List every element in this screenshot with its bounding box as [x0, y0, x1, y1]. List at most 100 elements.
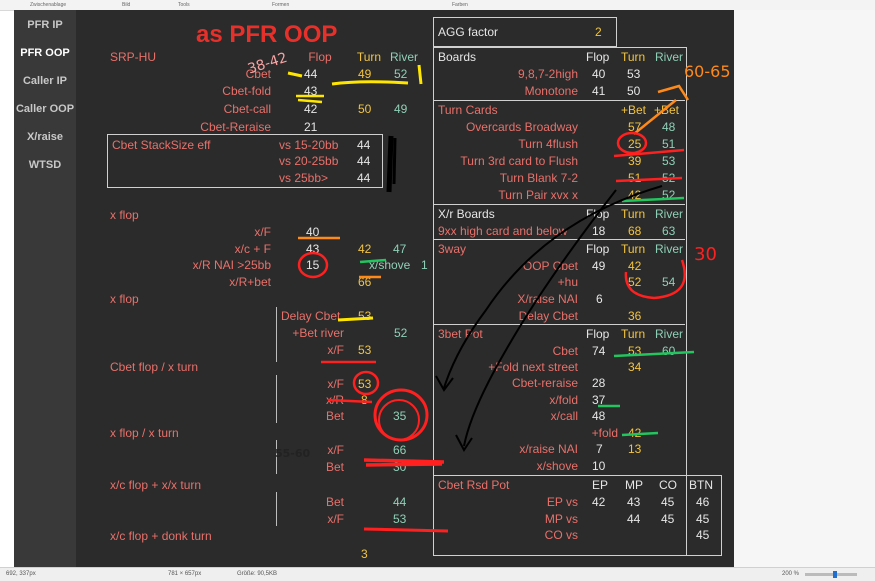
stat-value: 43	[627, 495, 641, 509]
stat-label: Overcards Broadway	[465, 120, 578, 134]
stat-value: 44	[357, 154, 371, 168]
stat-label: EP vs	[546, 495, 578, 509]
stats-canvas: PFR IP PFR OOP Caller IP Caller OOP X/ra…	[14, 10, 734, 567]
flop-header: Flop	[586, 50, 610, 64]
stat-value: 3	[361, 547, 368, 561]
handwritten-note-30: 30	[694, 244, 717, 265]
stat-value: 15	[306, 258, 320, 272]
stat-value: 1	[421, 258, 428, 272]
stat-value: 49	[592, 259, 606, 273]
turn-header: Turn	[621, 327, 646, 341]
stat-value: 42	[592, 495, 606, 509]
stat-value: 42	[304, 102, 318, 116]
stat-value: 63	[662, 224, 676, 238]
stat-value: 41	[592, 84, 606, 98]
stat-value: 44	[357, 171, 371, 185]
file-size: Größe: 90,5KB	[237, 571, 278, 577]
sidebar-item-caller-ip[interactable]: Caller IP	[14, 75, 76, 87]
status-bar: 692, 337px 781 × 657px Größe: 90,5KB 200…	[0, 567, 875, 581]
river-header: River	[655, 50, 684, 64]
stat-label: Monotone	[524, 84, 578, 98]
stat-value: 44	[393, 495, 407, 509]
stat-label: x/raise NAI	[519, 442, 578, 456]
stat-value: 18	[592, 224, 606, 238]
column-header: EP	[592, 478, 609, 492]
section-title: 3way	[438, 242, 467, 256]
sidebar-item-pfr-oop[interactable]: PFR OOP	[14, 47, 76, 59]
stat-value: 54	[662, 275, 676, 289]
stat-value: 10	[592, 459, 606, 473]
stat-value: 53	[358, 309, 372, 323]
stat-label: Bet	[325, 495, 344, 509]
ribbon-shapes[interactable]: Formen	[272, 2, 289, 8]
stat-label: x/F	[327, 443, 344, 457]
flop-header: Flop	[586, 207, 610, 221]
section-title: x flop / x turn	[110, 426, 179, 440]
stat-label: x/F	[254, 225, 271, 239]
stat-label: 9xx high card and below	[438, 224, 568, 238]
section-title: x/c flop + x/x turn	[110, 478, 202, 492]
stat-label: vs 25bb>	[279, 171, 329, 185]
sidebar-item-xraise[interactable]: X/raise	[14, 131, 76, 143]
stat-value: 49	[394, 102, 408, 116]
sidebar-item-wtsd[interactable]: WTSD	[14, 159, 76, 171]
agg-label: AGG factor	[438, 25, 499, 39]
ribbon-tools[interactable]: Tools	[178, 2, 190, 8]
column-header: CO	[659, 478, 677, 492]
section-title: Turn Cards	[438, 103, 498, 117]
stat-value: 6	[596, 292, 603, 306]
section-title: X/r Boards	[438, 207, 495, 221]
workspace-background	[734, 10, 875, 567]
stat-value: 66	[358, 275, 372, 289]
stat-label: x/fold	[549, 393, 578, 407]
stat-value: 13	[628, 442, 642, 456]
stat-label: vs 20-25bb	[279, 154, 339, 168]
stat-value: 52	[628, 275, 642, 289]
stat-label: Turn 4flush	[518, 137, 578, 151]
zoom-slider[interactable]	[805, 573, 857, 576]
stat-label: Cbet	[245, 67, 271, 81]
stat-label: OOP Cbet	[522, 259, 578, 273]
section-title: 3bet Pot	[438, 327, 483, 341]
stat-label: Delay Cbet	[281, 309, 341, 323]
stat-value: 39	[628, 154, 642, 168]
stat-value: 53	[358, 377, 372, 391]
stat-label: x/F	[327, 512, 344, 526]
stat-label: +fold	[591, 426, 618, 440]
stat-value: 53	[358, 343, 372, 357]
stat-value: 36	[628, 309, 642, 323]
stat-label: x/F	[327, 377, 344, 391]
cursor-position: 692, 337px	[6, 571, 36, 577]
stat-value: 48	[592, 409, 606, 423]
flop-header: Flop	[586, 242, 610, 256]
stat-label: Turn 3rd card to Flush	[460, 154, 578, 168]
stat-value: 57	[628, 120, 642, 134]
stat-value: 7	[596, 442, 603, 456]
stat-value: 50	[627, 84, 641, 98]
selection-size: 781 × 657px	[168, 571, 202, 577]
river-header: River	[389, 50, 418, 64]
stat-value: 44	[627, 512, 641, 526]
stat-value: 30	[393, 460, 407, 474]
stat-value: 40	[592, 67, 606, 81]
column-header: +Bet	[654, 103, 680, 117]
ribbon-image[interactable]: Bild	[122, 2, 130, 8]
stat-value: 34	[628, 360, 642, 374]
stat-value: 42	[628, 188, 642, 202]
stat-label: Bet	[325, 409, 344, 423]
stat-value: 60	[662, 344, 676, 358]
turn-header: Turn	[621, 242, 646, 256]
section-title: Cbet Rsd Pot	[438, 478, 510, 492]
srp-hu-heading: SRP-HU	[110, 50, 157, 64]
sidebar-item-caller-oop[interactable]: Caller OOP	[14, 103, 76, 115]
turn-header: Turn	[621, 50, 646, 64]
stat-value: 53	[662, 154, 676, 168]
ribbon-clipboard[interactable]: Zwischenablage	[30, 2, 66, 8]
zoom-slider-handle[interactable]	[833, 571, 837, 578]
stat-label: x/call	[550, 409, 578, 423]
ribbon-colors[interactable]: Farben	[452, 2, 468, 8]
stat-value: 8	[361, 393, 368, 407]
sidebar: PFR IP PFR OOP Caller IP Caller OOP X/ra…	[14, 10, 76, 567]
sidebar-item-pfr-ip[interactable]: PFR IP	[14, 19, 76, 31]
page-title: as PFR OOP	[196, 21, 338, 48]
